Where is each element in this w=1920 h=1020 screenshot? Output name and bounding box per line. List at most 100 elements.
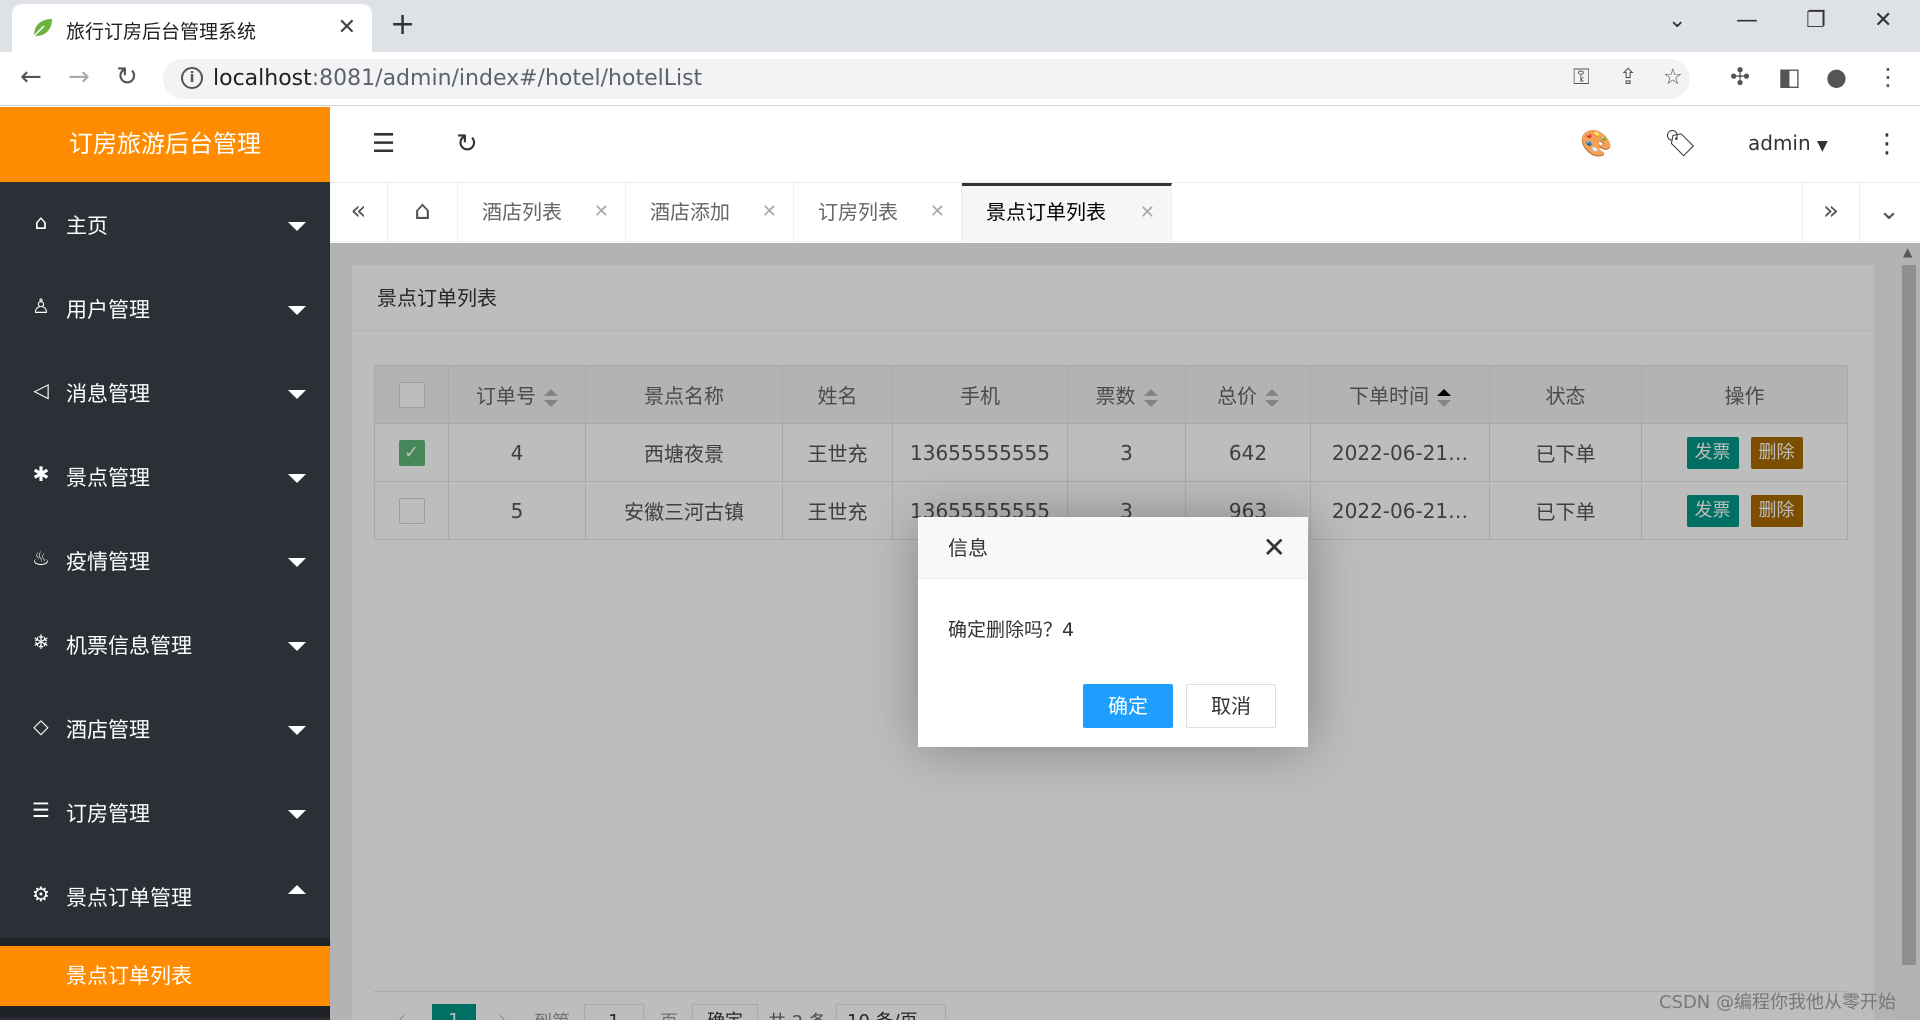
sort-asc-icon[interactable] [1437, 388, 1451, 408]
sort-icon[interactable] [544, 388, 558, 408]
tab-hotel-list[interactable]: 酒店列表 ✕ [458, 183, 626, 242]
submenu-item-attraction-order-list[interactable]: 景点订单列表 [0, 946, 330, 1006]
back-icon[interactable]: ← [20, 62, 42, 92]
collapse-menu-icon[interactable]: ☰ [372, 129, 395, 159]
tab-search-icon[interactable]: ⌄ [1668, 8, 1686, 33]
sidebar-item-home[interactable]: ⌂ 主页 [0, 182, 330, 266]
column-header-phone: 手机 [892, 365, 1068, 424]
caret-down-icon: ▼ [1817, 138, 1828, 154]
sidebar-item-label: 疫情管理 [66, 550, 150, 574]
cell-total: 642 [1185, 423, 1311, 482]
side-panel-icon[interactable]: ◧ [1778, 63, 1801, 91]
browser-menu-icon[interactable]: ⋮ [1876, 63, 1900, 91]
username: admin [1748, 131, 1811, 155]
user-menu[interactable]: admin ▼ [1748, 131, 1828, 155]
dialog-message: 确定删除吗？4 [948, 619, 1075, 641]
sidebar-item-hotels[interactable]: ◇ 酒店管理 [0, 686, 330, 770]
scrollbar-thumb[interactable] [1902, 265, 1916, 965]
page-scrollbar[interactable]: ▲ [1898, 243, 1920, 1020]
sidebar-item-label: 景点管理 [66, 466, 150, 490]
column-header-total[interactable]: 总价 [1185, 365, 1311, 424]
prev-page-icon[interactable]: ‹ [398, 1006, 406, 1020]
caret-down-icon [288, 810, 306, 819]
delete-button[interactable]: 删除 [1750, 494, 1803, 527]
tab-hotel-add[interactable]: 酒店添加 ✕ [626, 183, 794, 242]
row-checkbox-checked[interactable]: ✓ [398, 439, 425, 466]
scroll-up-icon[interactable]: ▲ [1903, 245, 1912, 259]
extensions-icon[interactable]: ✣ [1730, 63, 1750, 91]
star-icon[interactable]: ☆ [1663, 65, 1683, 90]
sidebar-item-users[interactable]: ♙ 用户管理 [0, 266, 330, 350]
forward-icon[interactable]: → [68, 62, 90, 92]
reload-icon[interactable]: ↻ [116, 62, 138, 92]
next-page-icon[interactable]: › [498, 1006, 506, 1020]
browser-tab[interactable]: 旅行订房后台管理系统 ✕ [12, 4, 372, 52]
tabs-dropdown-icon[interactable]: ⌄ [1860, 183, 1918, 242]
invoice-button[interactable]: 发票 [1686, 494, 1739, 527]
restore-icon[interactable]: ❐ [1806, 8, 1826, 33]
tabs-scroll-right-icon[interactable]: » [1802, 183, 1860, 242]
page-button-current[interactable]: 1 [432, 1004, 476, 1020]
invoice-button[interactable]: 发票 [1686, 436, 1739, 469]
cell-time: 2022-06-21… [1310, 481, 1490, 540]
close-window-icon[interactable]: ✕ [1874, 8, 1892, 33]
new-tab-icon[interactable]: + [390, 7, 415, 42]
site-info-icon[interactable]: i [181, 67, 203, 89]
app-logo: 订房旅游后台管理 [0, 107, 330, 182]
refresh-icon[interactable]: ↻ [456, 129, 478, 159]
pagination: ‹ 1 › 到第 1 页 确定 共 2 条 10 条/页 ⌄ [374, 991, 1847, 1020]
sidebar-item-label: 机票信息管理 [66, 634, 192, 658]
select-all-checkbox[interactable] [398, 381, 425, 408]
page-size-select[interactable]: 10 条/页 ⌄ [836, 1004, 946, 1020]
sidebar-item-attraction-orders[interactable]: ⚙ 景点订单管理 [0, 854, 330, 938]
order-table: 订单号 景点名称 姓名 手机 票数 总价 下单时间 状态 操作 ✓ 4 西塘夜景… [374, 365, 1848, 540]
diamond-icon: ◇ [33, 714, 49, 738]
tabs-scroll-left-icon[interactable]: « [330, 183, 388, 242]
column-label: 总价 [1217, 384, 1257, 408]
tag-icon[interactable]: 🏷 [1664, 129, 1697, 159]
key-icon[interactable]: ⚿ [1573, 65, 1590, 90]
share-icon[interactable]: ⇪ [1619, 65, 1637, 90]
sidebar-item-flights[interactable]: ❄ 机票信息管理 [0, 602, 330, 686]
card-title: 景点订单列表 [352, 265, 1874, 331]
minimize-icon[interactable]: — [1736, 8, 1758, 33]
close-icon[interactable]: ✕ [1263, 531, 1286, 564]
profile-icon[interactable]: ● [1826, 63, 1847, 91]
close-icon[interactable]: ✕ [930, 183, 945, 241]
column-label: 景点名称 [644, 384, 724, 408]
palm-tree-icon: ✱ [32, 462, 50, 486]
goto-confirm-button[interactable]: 确定 [692, 1004, 758, 1020]
sort-icon[interactable] [1143, 388, 1158, 408]
sidebar-item-epidemic[interactable]: ♨ 疫情管理 [0, 518, 330, 602]
close-icon[interactable]: ✕ [762, 183, 777, 241]
close-icon[interactable]: ✕ [1140, 186, 1155, 239]
close-icon[interactable]: ✕ [594, 183, 609, 241]
delete-button[interactable]: 删除 [1750, 436, 1803, 469]
url-field[interactable]: i localhost:8081/admin/index#/hotel/hote… [163, 59, 1690, 99]
tab-attraction-order-list[interactable]: 景点订单列表 ✕ [962, 183, 1172, 242]
home-tab-icon[interactable]: ⌂ [388, 183, 458, 242]
cell-name: 安徽三河古镇 [585, 481, 783, 540]
confirm-button[interactable]: 确定 [1083, 684, 1173, 728]
cell-person: 王世充 [782, 481, 893, 540]
goto-page-input[interactable]: 1 [584, 1004, 644, 1020]
sidebar-item-bookings[interactable]: ☰ 订房管理 [0, 770, 330, 854]
sort-icon[interactable] [1265, 388, 1279, 408]
sidebar-item-attractions[interactable]: ✱ 景点管理 [0, 434, 330, 518]
close-tab-icon[interactable]: ✕ [338, 15, 356, 40]
column-header-id[interactable]: 订单号 [448, 365, 586, 424]
tab-label: 景点订单列表 [986, 200, 1106, 224]
cancel-button[interactable]: 取消 [1186, 684, 1276, 728]
url-path: :8081/admin/index#/hotel/hotelList [311, 66, 703, 91]
caret-down-icon [288, 726, 306, 735]
row-checkbox[interactable] [398, 497, 425, 524]
more-icon[interactable]: ⋮ [1874, 129, 1900, 159]
sidebar-item-messages[interactable]: ◁ 消息管理 [0, 350, 330, 434]
column-header-time[interactable]: 下单时间 [1310, 365, 1490, 424]
palette-icon[interactable]: 🎨 [1580, 129, 1612, 159]
column-header-tickets[interactable]: 票数 [1067, 365, 1186, 424]
chevron-down-icon: ⌄ [923, 1011, 938, 1020]
row-select-cell [374, 481, 449, 540]
leaf-favicon-icon [33, 19, 52, 37]
tab-booking-list[interactable]: 订房列表 ✕ [794, 183, 962, 242]
